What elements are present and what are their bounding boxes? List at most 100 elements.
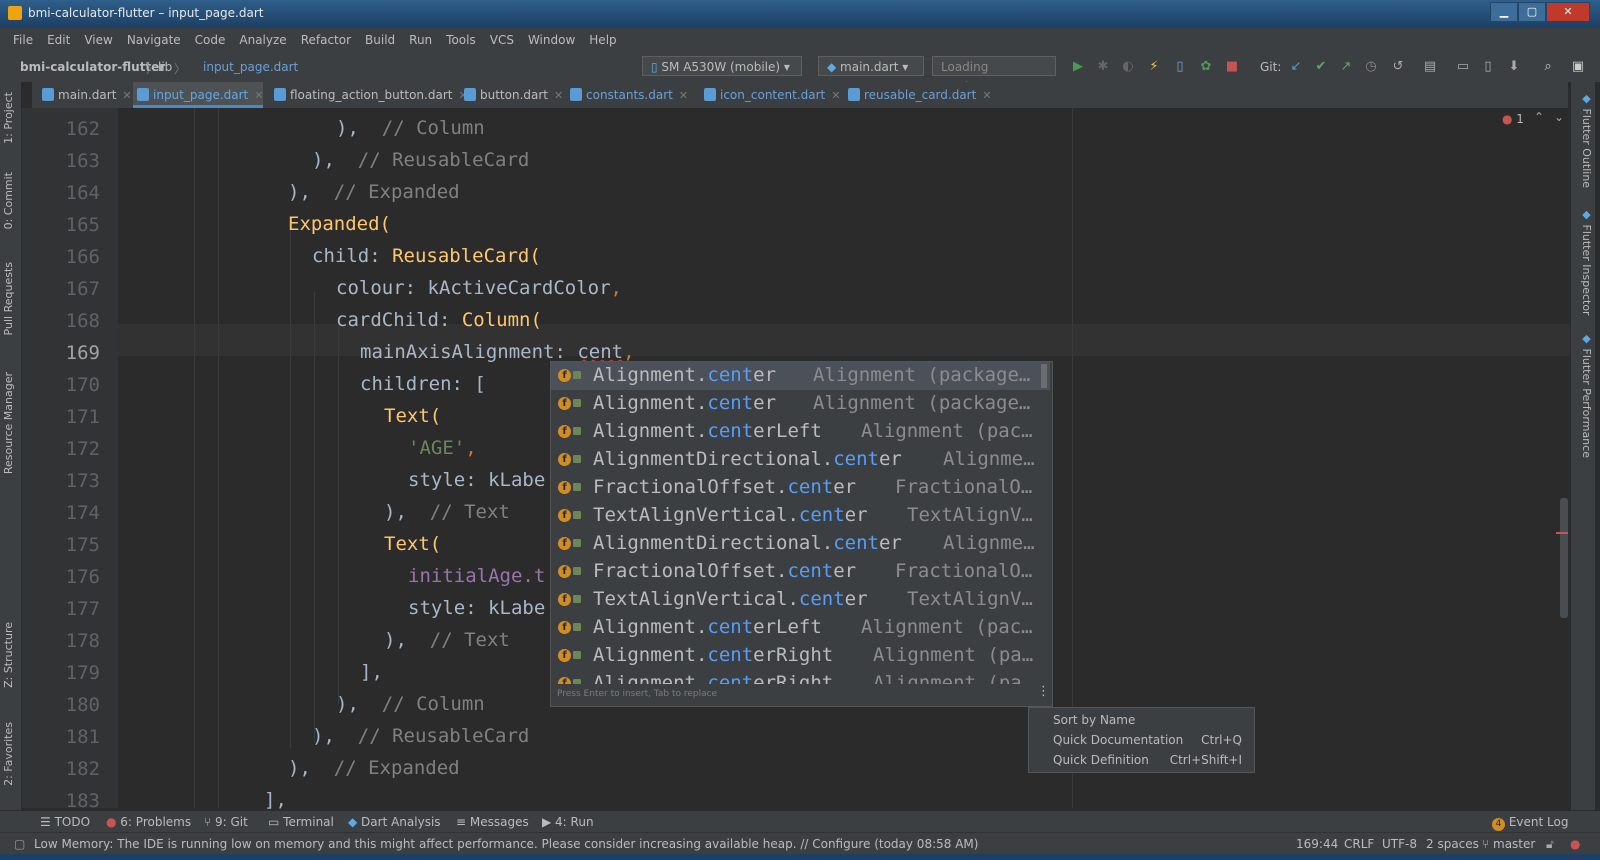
line-number-gutter[interactable]: 162 163 164 165 166 167 168 169 170 171 …	[22, 108, 137, 812]
previous-error-icon[interactable]: ⌃	[1534, 110, 1544, 124]
completion-scrollbar[interactable]	[1041, 364, 1047, 388]
completion-item[interactable]: f Alignment.centerLeft Alignment (pac…	[551, 614, 1050, 642]
breadcrumb-project[interactable]: bmi-calculator-flutter	[20, 60, 165, 74]
tool-terminal[interactable]: ▭ Terminal	[268, 815, 334, 829]
menu-build[interactable]: Build	[358, 28, 402, 52]
breadcrumb-folder[interactable]: lib	[158, 60, 172, 74]
menu-run[interactable]: Run	[402, 28, 439, 52]
close-tab-icon[interactable]: ✕	[679, 89, 688, 102]
tool-resource-manager[interactable]: Resource Manager	[2, 372, 20, 474]
tool-run[interactable]: ▶ 4: Run	[542, 815, 594, 829]
avatar[interactable]: ▣	[1570, 59, 1586, 75]
completion-item[interactable]: f FractionalOffset.center FractionalO…	[551, 558, 1050, 586]
git-push-icon[interactable]: ↗	[1338, 59, 1354, 75]
completion-item[interactable]: f TextAlignVertical.center TextAlignV…	[551, 586, 1050, 614]
sdk-manager-icon[interactable]: ⬇	[1506, 59, 1522, 75]
completion-item[interactable]: f Alignment.centerRight Alignment (pa…	[551, 642, 1050, 670]
menu-code[interactable]: Code	[188, 28, 233, 52]
device-manager-icon[interactable]: ▯	[1480, 59, 1496, 75]
completion-item[interactable]: f FractionalOffset.center FractionalO…	[551, 474, 1050, 502]
tool-problems[interactable]: ● 6: Problems	[106, 815, 191, 829]
tool-flutter-inspector[interactable]: ◆ Flutter Inspector	[1575, 208, 1593, 316]
menu-vcs[interactable]: VCS	[483, 28, 521, 52]
completion-item[interactable]: f AlignmentDirectional.center Alignme…	[551, 530, 1050, 558]
run-config-selector[interactable]: ◆ main.dart ▾	[818, 56, 924, 76]
profile-icon[interactable]: ◐	[1120, 59, 1136, 75]
rollback-icon[interactable]: ↺	[1390, 59, 1406, 75]
lock-icon[interactable]: 🔓︎	[1546, 837, 1554, 852]
close-tab-icon[interactable]: ✕	[554, 89, 563, 102]
tool-messages[interactable]: ≡ Messages	[456, 815, 529, 829]
completion-item[interactable]: f Alignment.centerRight Alignment (pa…	[551, 670, 1050, 684]
menu-navigate[interactable]: Navigate	[120, 28, 188, 52]
menu-item-sort-by-name[interactable]: Sort by Name	[1029, 710, 1254, 730]
menu-file[interactable]: File	[6, 28, 40, 52]
tool-todo[interactable]: ☰ TODO	[40, 815, 90, 829]
hot-reload-icon[interactable]: ⚡	[1146, 59, 1162, 75]
completion-item[interactable]: f TextAlignVertical.center TextAlignV…	[551, 502, 1050, 530]
error-stripe-marker[interactable]	[1556, 532, 1568, 534]
git-update-icon[interactable]: ↙	[1288, 59, 1304, 75]
menu-tools[interactable]: Tools	[439, 28, 483, 52]
line-separator[interactable]: CRLF	[1344, 837, 1374, 851]
tab-constants-dart[interactable]: constants.dart ✕	[566, 82, 691, 108]
tab-button-dart[interactable]: button.dart ✕	[460, 82, 566, 108]
menu-window[interactable]: Window	[521, 28, 582, 52]
close-tab-icon[interactable]: ✕	[982, 89, 991, 102]
tab-reusable-card-dart[interactable]: reusable_card.dart ✕	[844, 82, 992, 108]
close-tab-icon[interactable]: ✕	[122, 89, 131, 102]
tool-favorites[interactable]: 2: Favorites	[2, 722, 20, 786]
tool-project[interactable]: 1: Project	[2, 92, 20, 144]
tab-main-dart[interactable]: main.dart ✕	[38, 82, 133, 108]
git-branch[interactable]: ⑂ master	[1482, 837, 1535, 851]
menu-item-quick-documentation[interactable]: Quick Documentation Ctrl+Q	[1029, 730, 1254, 750]
indent-setting[interactable]: 2 spaces	[1426, 837, 1479, 851]
debug-icon[interactable]: ✱	[1095, 59, 1111, 75]
completion-item[interactable]: f Alignment.centerLeft Alignment (pac…	[551, 418, 1050, 446]
tab-input-page-dart[interactable]: input_page.dart ✕	[133, 82, 263, 108]
tool-flutter-outline[interactable]: ◆ Flutter Outline	[1575, 92, 1593, 188]
completion-item[interactable]: f Alignment.center Alignment (package…	[551, 390, 1050, 418]
status-message[interactable]: Low Memory: The IDE is running low on me…	[34, 837, 978, 851]
tab-floating-action-button-dart[interactable]: floating_action_button.dart✕	[270, 82, 468, 108]
close-tab-icon[interactable]: ✕	[831, 89, 840, 102]
tool-commit[interactable]: 0: Commit	[2, 172, 20, 229]
tool-git[interactable]: ⑂ 9: Git	[204, 815, 248, 829]
run-icon[interactable]: ▶	[1070, 59, 1086, 75]
stop-icon[interactable]: ■	[1224, 59, 1240, 75]
menu-analyze[interactable]: Analyze	[232, 28, 293, 52]
menu-item-quick-definition[interactable]: Quick Definition Ctrl+Shift+I	[1029, 750, 1254, 770]
tool-dart-analysis[interactable]: ◆ Dart Analysis	[348, 815, 441, 829]
file-encoding[interactable]: UTF-8	[1382, 837, 1417, 851]
menu-refactor[interactable]: Refactor	[294, 28, 358, 52]
tool-flutter-performance[interactable]: ◆ Flutter Performance	[1575, 332, 1593, 458]
menu-view[interactable]: View	[77, 28, 119, 52]
maximize-button[interactable]: ▢	[1518, 2, 1546, 22]
tool-pull-requests[interactable]: Pull Requests	[2, 262, 20, 335]
completion-item[interactable]: f AlignmentDirectional.center Alignme…	[551, 446, 1050, 474]
tool-event-log[interactable]: 4 Event Log	[1492, 815, 1568, 831]
device-selector[interactable]: ▯ SM A530W (mobile) ▾	[642, 56, 802, 76]
git-commit-icon[interactable]: ✔	[1313, 59, 1329, 75]
completion-item[interactable]: f Alignment.center Alignment (package…	[551, 362, 1050, 390]
search-icon[interactable]: ⌕	[1540, 59, 1556, 75]
vertical-scrollbar[interactable]	[1560, 498, 1568, 618]
terminal-icon[interactable]: ▭	[1455, 59, 1471, 75]
git-history-icon[interactable]: ◷	[1363, 59, 1379, 75]
more-options-icon[interactable]: ⋮	[1037, 684, 1050, 699]
tool-structure[interactable]: Z: Structure	[2, 622, 20, 688]
next-error-icon[interactable]: ⌄	[1554, 110, 1564, 124]
hot-restart-icon[interactable]: ▯	[1172, 59, 1188, 75]
close-window-button[interactable]: ✕	[1546, 2, 1590, 22]
minimize-button[interactable]: ▁	[1490, 2, 1518, 22]
breadcrumb-file[interactable]: input_page.dart	[203, 60, 298, 74]
tab-icon-content-dart[interactable]: icon_content.dart ✕	[700, 82, 840, 108]
caret-position[interactable]: 169:44	[1296, 837, 1338, 851]
error-notification-icon[interactable]: ●	[1570, 837, 1580, 851]
menu-help[interactable]: Help	[582, 28, 623, 52]
attach-debugger-icon[interactable]: ✿	[1198, 59, 1214, 75]
menu-edit[interactable]: Edit	[40, 28, 77, 52]
project-structure-icon[interactable]: ▤	[1422, 59, 1438, 75]
devices-loading-selector[interactable]: Loading Devices... ▾	[932, 56, 1056, 94]
code-completion-popup[interactable]: f Alignment.center Alignment (package… f Al…	[550, 361, 1053, 707]
